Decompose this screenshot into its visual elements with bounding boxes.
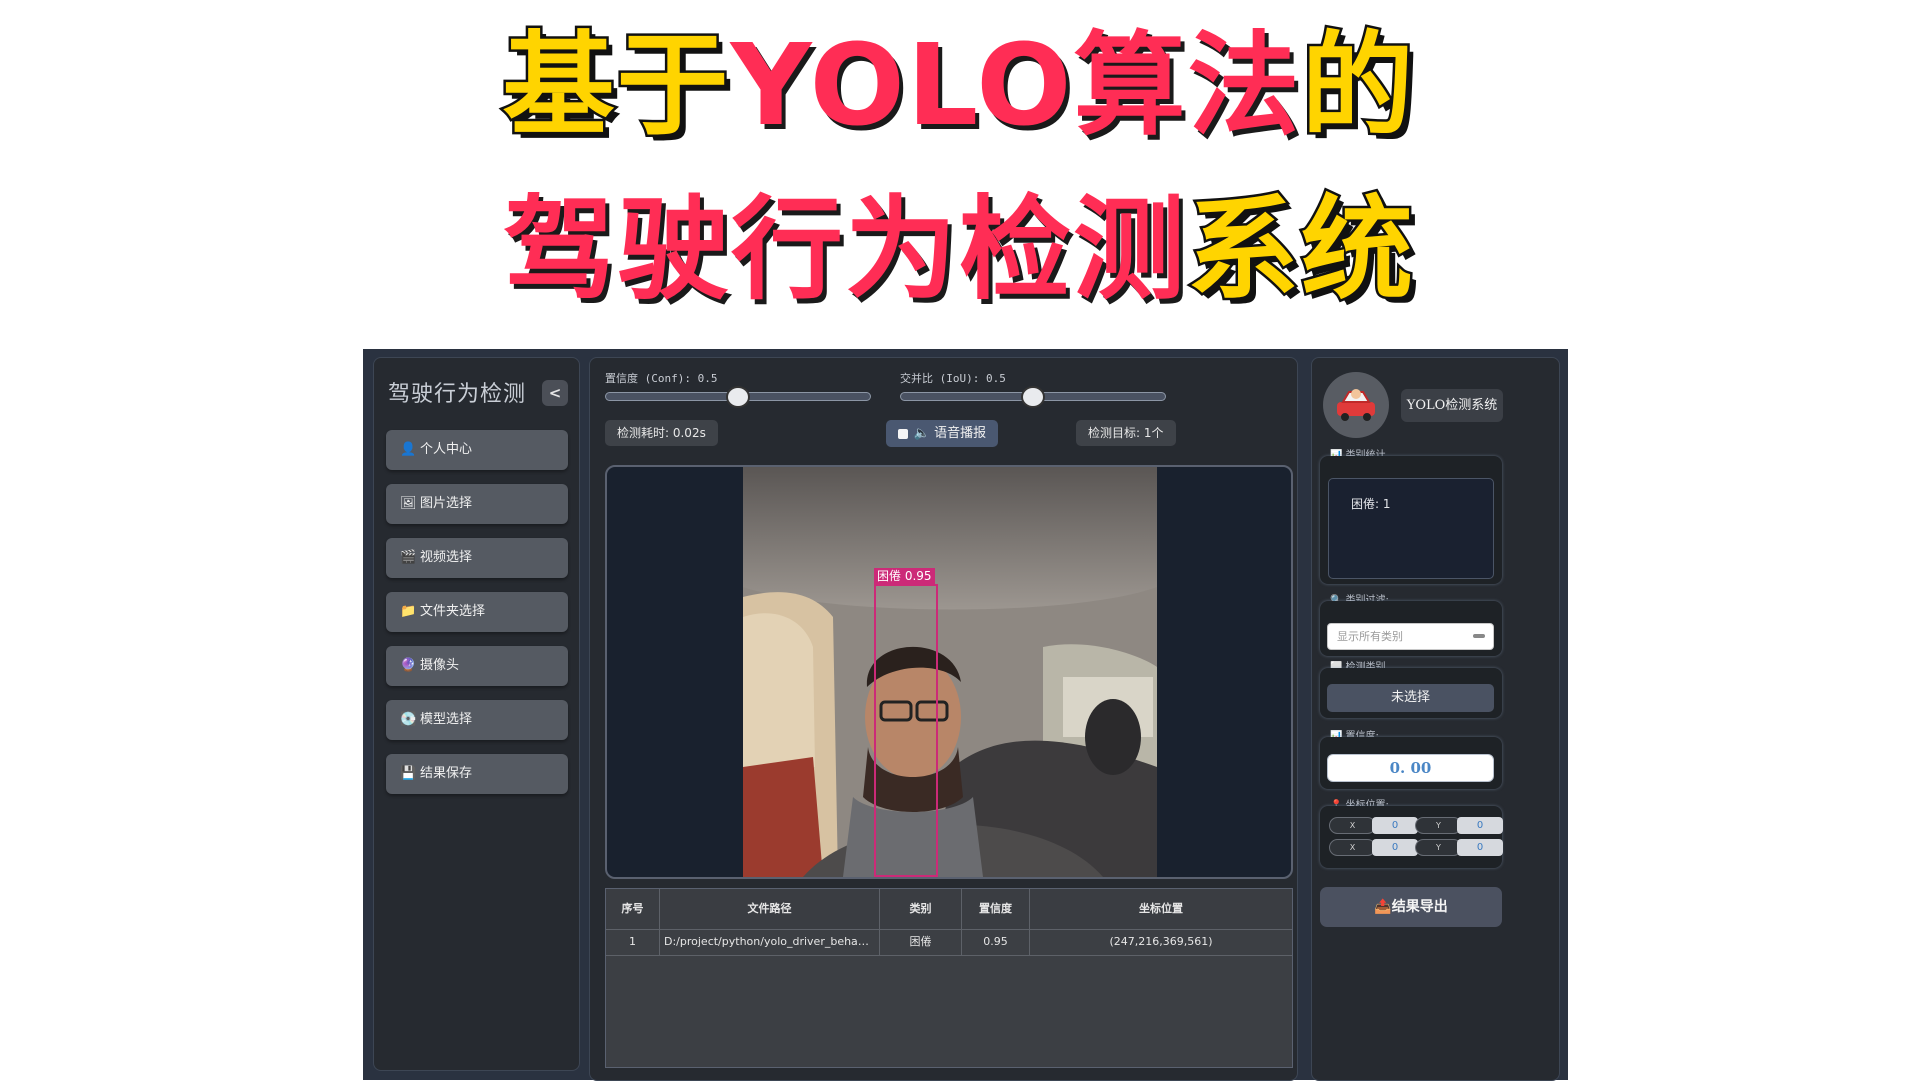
disk-icon: 💽 — [400, 712, 417, 727]
sidebar-item-folder[interactable]: 📁 文件夹选择 — [386, 592, 568, 632]
detection-image-view: 困倦 0.95 — [605, 465, 1293, 879]
system-title: YOLO检测系统 — [1401, 389, 1503, 422]
car-avatar-icon — [1337, 389, 1375, 421]
sidebar-item-label: 结果保存 — [420, 766, 473, 781]
conf-slider-handle[interactable] — [726, 386, 750, 408]
sidebar-item-label: 视频选择 — [420, 550, 473, 565]
filter-group: 显示所有类别 — [1320, 601, 1502, 656]
confidence-value: 0. 00 — [1327, 754, 1494, 782]
table-header-cell: 序号 — [606, 889, 660, 929]
info-panel: YOLO检测系统 📊类别统计 困倦: 1 🔍类别过滤: 显示所有类别 ⬜检测类别… — [1311, 357, 1560, 1081]
iou-slider-handle[interactable] — [1021, 386, 1045, 408]
sidebar-item-video[interactable]: 🎬 视频选择 — [386, 538, 568, 578]
sidebar-item-label: 摄像头 — [420, 658, 460, 673]
detect-time-chip: 检测耗时: 0.02s — [605, 420, 718, 446]
sidebar-item-profile[interactable]: 👤 个人中心 — [386, 430, 568, 470]
upload-icon: 📤 — [1374, 899, 1392, 915]
banner-text-driving: 驾驶行为检测 — [501, 184, 1188, 317]
banner-text-de: 的 — [1299, 20, 1416, 153]
coord-group: X 0 Y 0 X 0 Y 0 — [1320, 806, 1503, 868]
table-cell: 困倦 — [880, 929, 962, 955]
table-cell: D:/project/python/yolo_driver_behavior/t… — [660, 929, 880, 955]
sidebar-item-camera[interactable]: 🔮 摄像头 — [386, 646, 568, 686]
table-header-cell: 置信度 — [962, 889, 1030, 929]
class-group: 未选择 — [1320, 668, 1502, 718]
coord-y2-value: 0 — [1457, 839, 1503, 856]
sidebar-item-label: 图片选择 — [420, 496, 473, 511]
sidebar-title: 驾驶行为检测 — [388, 382, 527, 407]
voice-label: 语音播报 — [934, 426, 987, 441]
car-interior-scene — [743, 467, 1157, 877]
coord-x1-value: 0 — [1372, 817, 1418, 834]
sidebar-item-label: 个人中心 — [420, 442, 473, 457]
car-interior-image: 困倦 0.95 — [743, 467, 1157, 877]
banner-title-line1: 基于YOLO算法的 — [0, 20, 1918, 153]
class-select-button[interactable]: 未选择 — [1327, 684, 1494, 712]
speaker-icon: 🔈 — [913, 426, 931, 441]
iou-slider-label: 交并比 (IoU): 0.5 — [900, 372, 1006, 385]
dropdown-icon — [1473, 634, 1485, 638]
stats-box: 困倦: 1 — [1328, 478, 1494, 579]
conf-group: 0. 00 — [1320, 737, 1502, 789]
user-icon: 👤 — [400, 442, 417, 457]
save-icon: 💾 — [400, 766, 417, 781]
table-header: 序号 文件路径 类别 置信度 坐标位置 — [606, 889, 1292, 930]
detection-bbox — [874, 584, 938, 877]
table-row[interactable]: 1 D:/project/python/yolo_driver_behavior… — [606, 929, 1292, 956]
avatar — [1323, 372, 1389, 438]
sidebar-item-label: 模型选择 — [420, 712, 473, 727]
folder-icon: 📁 — [400, 604, 417, 619]
coord-y1-value: 0 — [1457, 817, 1503, 834]
sidebar-item-label: 文件夹选择 — [420, 604, 486, 619]
clapper-icon: 🎬 — [400, 550, 417, 565]
table-cell: (247,216,369,561) — [1109, 935, 1213, 948]
coord-x1-label: X — [1329, 817, 1376, 834]
detection-label: 困倦 0.95 — [874, 568, 935, 584]
camera-icon: 🔮 — [400, 658, 417, 673]
coord-y2-label: Y — [1415, 839, 1462, 856]
banner-title-line2: 驾驶行为检测系统 — [0, 184, 1918, 317]
table-cell: 1 — [606, 929, 660, 955]
banner-text-yolo: YOLO算法 — [728, 20, 1302, 153]
coord-x2-value: 0 — [1372, 839, 1418, 856]
results-table: 序号 文件路径 类别 置信度 坐标位置 1 D:/project/python/… — [605, 888, 1293, 1068]
detect-target-chip: 检测目标: 1个 — [1076, 420, 1176, 446]
banner-text-jiyu: 基于 — [500, 20, 731, 153]
voice-checkbox[interactable] — [897, 428, 908, 439]
conf-slider-label: 置信度 (Conf): 0.5 — [605, 372, 718, 385]
voice-broadcast-toggle[interactable]: 🔈 语音播报 — [886, 420, 998, 447]
chevron-left-icon[interactable]: < — [542, 380, 568, 406]
sidebar-item-save[interactable]: 💾 结果保存 — [386, 754, 568, 794]
stats-group: 困倦: 1 — [1320, 456, 1502, 584]
table-header-cell: 类别 — [880, 889, 962, 929]
coord-y1-label: Y — [1415, 817, 1462, 834]
app-window: 驾驶行为检测 < 👤 个人中心 🖼 图片选择 🎬 视频选择 📁 文件夹选择 🔮 摄像头 💽… — [363, 349, 1568, 1081]
table-header-cell: 文件路径 — [660, 889, 880, 929]
image-icon: 🖼 — [400, 496, 417, 511]
banner-text-system: 系统 — [1185, 184, 1416, 317]
class-filter-select[interactable]: 显示所有类别 — [1327, 623, 1494, 650]
table-cell: 0.95 — [962, 929, 1030, 955]
table-header-cell: 坐标位置 — [1139, 902, 1183, 915]
coord-x2-label: X — [1329, 839, 1376, 856]
main-panel: 置信度 (Conf): 0.5 交并比 (IoU): 0.5 检测耗时: 0.0… — [589, 357, 1298, 1081]
export-button[interactable]: 📤结果导出 — [1320, 887, 1502, 927]
sidebar-item-image[interactable]: 🖼 图片选择 — [386, 484, 568, 524]
sidebar: 驾驶行为检测 < 👤 个人中心 🖼 图片选择 🎬 视频选择 📁 文件夹选择 🔮 摄像头 💽… — [373, 357, 580, 1071]
sidebar-item-model[interactable]: 💽 模型选择 — [386, 700, 568, 740]
